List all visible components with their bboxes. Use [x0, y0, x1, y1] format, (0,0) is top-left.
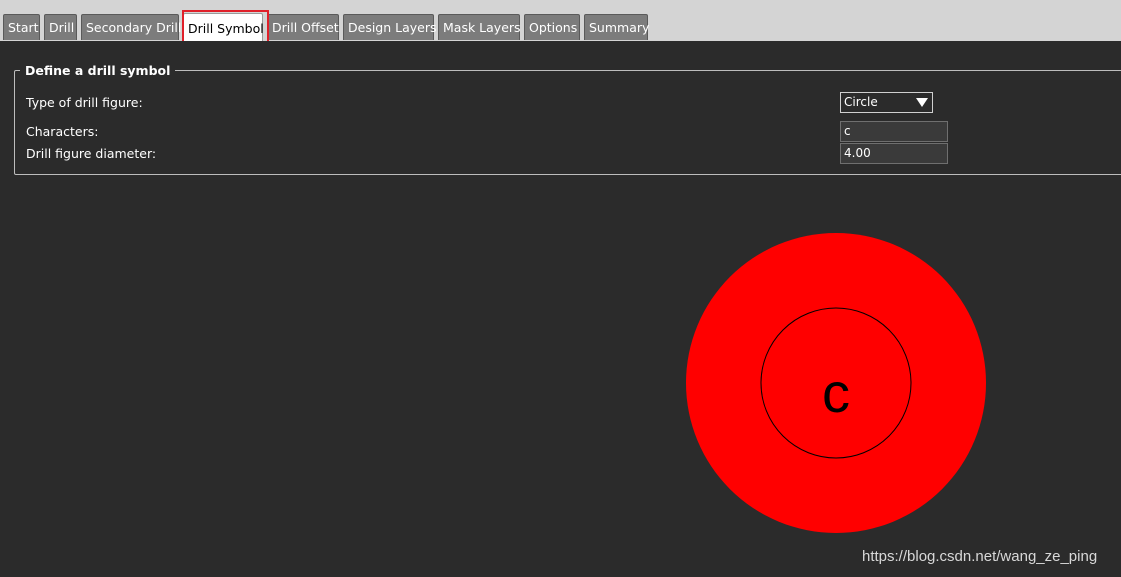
tab-drill-symbol[interactable]: Drill Symbol [183, 13, 264, 41]
tab-start[interactable]: Start [3, 14, 40, 40]
diameter-label: Drill figure diameter: [26, 146, 157, 161]
tab-design-layers[interactable]: Design Layers [343, 14, 437, 40]
tab-options[interactable]: Options [524, 14, 580, 40]
group-title: Define a drill symbol [20, 63, 176, 78]
tab-summary[interactable]: Summary [584, 14, 649, 40]
characters-field[interactable]: c [840, 121, 948, 142]
diameter-field[interactable]: 4.00 [840, 143, 948, 164]
tab-bar: Start Drill Secondary Drill Drill Symbol… [0, 0, 1121, 41]
tab-drill-offset[interactable]: Drill Offset [267, 14, 339, 40]
figure-type-select[interactable]: Circle [840, 92, 933, 113]
figure-type-label: Type of drill figure: [26, 95, 143, 110]
drill-symbol-preview: c [686, 233, 986, 533]
tab-drill[interactable]: Drill [44, 14, 77, 40]
dropdown-arrow-icon [916, 98, 928, 107]
watermark-text: https://blog.csdn.net/wang_ze_ping [862, 548, 1098, 565]
tab-mask-layers[interactable]: Mask Layers [438, 14, 521, 40]
drill-figure-character: c [822, 361, 850, 424]
characters-label: Characters: [26, 124, 99, 139]
figure-type-value: Circle [844, 95, 878, 109]
drill-symbol-groupbox [14, 70, 1121, 175]
tab-secondary-drill[interactable]: Secondary Drill [81, 14, 181, 40]
